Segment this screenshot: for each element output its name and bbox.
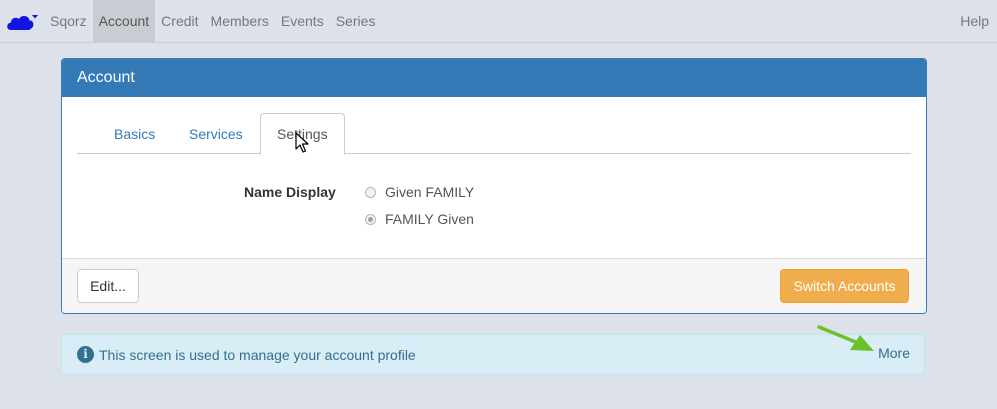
nav-credit[interactable]: Credit [155, 0, 204, 42]
radio-button-checked[interactable] [365, 213, 376, 225]
nav-series[interactable]: Series [330, 0, 382, 42]
nav-members[interactable]: Members [205, 0, 275, 42]
alert-text: This screen is used to manage your accou… [99, 347, 416, 363]
logo-menu[interactable] [0, 0, 44, 42]
nav-account[interactable]: Account [92, 0, 156, 42]
radio-family-given[interactable]: FAMILY Given [365, 211, 474, 227]
cloud-icon [7, 15, 38, 30]
more-link[interactable]: More [878, 345, 910, 361]
panel-title: Account [62, 59, 926, 97]
radio-button[interactable] [365, 186, 376, 198]
tab-basics[interactable]: Basics [97, 113, 172, 154]
panel-footer: Edit... Switch Accounts [62, 258, 926, 313]
info-icon: i [77, 346, 94, 363]
tab-bar: Basics Services Settings [77, 113, 911, 155]
radio-label: Given FAMILY [385, 184, 475, 200]
nav-sqorz[interactable]: Sqorz [44, 0, 93, 42]
account-panel: Account Basics Services Settings Name Di… [61, 58, 927, 314]
switch-accounts-button[interactable]: Switch Accounts [780, 269, 909, 303]
top-navbar: Sqorz Account Credit Members Events Seri… [0, 0, 997, 43]
green-arrow-icon [817, 325, 874, 351]
info-alert: i This screen is used to manage your acc… [61, 334, 925, 375]
nav-events[interactable]: Events [275, 0, 330, 42]
name-display-label: Name Display [244, 184, 336, 200]
radio-given-family[interactable]: Given FAMILY [365, 184, 474, 200]
edit-button[interactable]: Edit... [77, 269, 139, 303]
radio-label: FAMILY Given [385, 211, 474, 227]
mouse-cursor-icon [295, 132, 309, 153]
tab-services[interactable]: Services [172, 113, 260, 154]
nav-help[interactable]: Help [954, 0, 997, 42]
